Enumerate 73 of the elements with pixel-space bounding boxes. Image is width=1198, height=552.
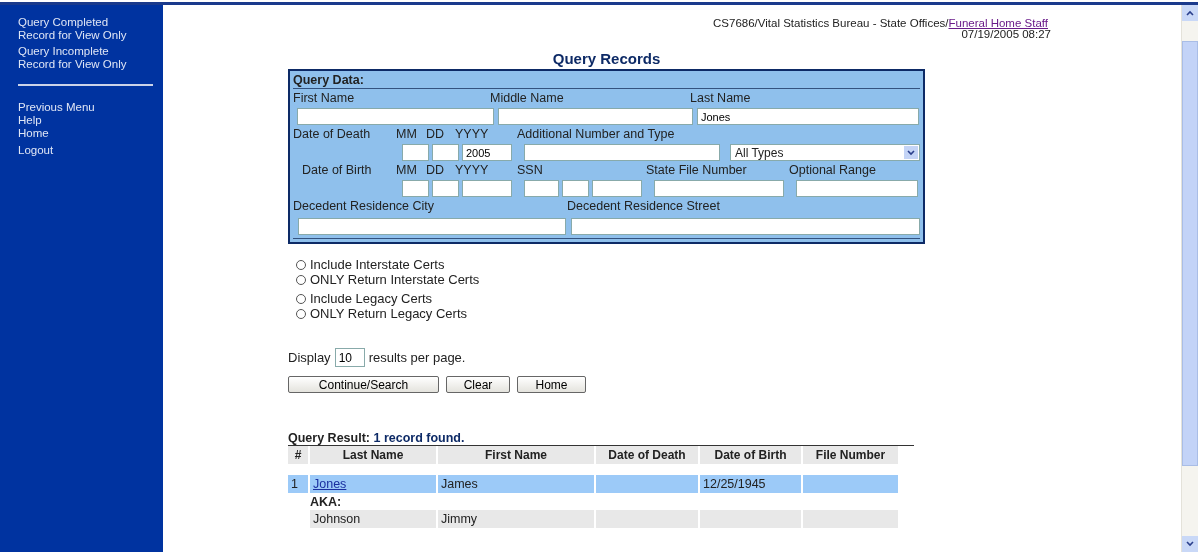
- form-button[interactable]: Clear: [446, 376, 510, 393]
- results-count-field[interactable]: 10: [334, 348, 365, 367]
- form-title: Query Data:: [293, 73, 920, 89]
- year-field[interactable]: 2005: [462, 144, 512, 161]
- field-label: State File Number: [646, 163, 748, 177]
- page-title: Query Records: [551, 50, 662, 67]
- additional-number-field[interactable]: [524, 144, 720, 161]
- column-header: #: [288, 446, 308, 464]
- sidebar-link[interactable]: Logout: [18, 144, 138, 157]
- table-cell: 12/25/1945: [700, 475, 801, 493]
- aka-label: AKA:: [309, 494, 343, 510]
- record-link[interactable]: Jones: [313, 477, 347, 491]
- form-button[interactable]: Home: [517, 376, 586, 393]
- year-field[interactable]: [462, 180, 512, 197]
- breadcrumb-text: CS7686/Vital Statistics Bureau - State Offices/: [713, 17, 949, 29]
- field-label: Additional Number and Type: [517, 127, 676, 141]
- field-label: Date of Death: [293, 127, 372, 141]
- field-label: Optional Range: [789, 163, 877, 177]
- month-field[interactable]: [402, 144, 429, 161]
- sidebar-link[interactable]: Query Completed Record for View Only: [18, 16, 138, 42]
- column-header: File Number: [803, 446, 898, 464]
- field-label: Date of Birth: [301, 163, 373, 177]
- scroll-up-icon[interactable]: [1182, 5, 1198, 21]
- field-label: Decedent Residence Street: [567, 199, 721, 213]
- field-label: MM: [396, 163, 418, 177]
- radio-option[interactable]: ONLY Return Interstate Certs: [296, 272, 480, 287]
- field-label: Middle Name: [490, 91, 565, 105]
- table-cell: James: [438, 475, 594, 493]
- sidebar-link[interactable]: Help: [18, 114, 138, 127]
- radio-option[interactable]: Include Interstate Certs: [296, 257, 445, 272]
- sidebar-link[interactable]: Previous Menu: [18, 101, 138, 114]
- radio-option[interactable]: Include Legacy Certs: [296, 291, 433, 306]
- field-label: DD: [426, 127, 446, 141]
- ssn-field[interactable]: [524, 180, 559, 197]
- date-time: 07/19/2005 08:27: [960, 29, 1051, 40]
- residence-street-field[interactable]: [571, 218, 920, 235]
- optional-range-field[interactable]: [796, 180, 918, 197]
- field-label: YYYY: [455, 127, 490, 141]
- scrollbar[interactable]: [1181, 5, 1198, 552]
- last-name-field[interactable]: Jones: [697, 108, 919, 125]
- month-field[interactable]: [402, 180, 429, 197]
- field-label: First Name: [293, 91, 356, 105]
- field-label: YYYY: [455, 163, 490, 177]
- type-dropdown[interactable]: All Types: [730, 144, 920, 161]
- field-label: Decedent Residence City: [293, 199, 436, 213]
- column-header: First Name: [438, 446, 594, 464]
- table-cell: 1: [288, 475, 308, 493]
- table-cell: Johnson: [310, 510, 436, 528]
- scroll-down-icon[interactable]: [1182, 536, 1198, 552]
- chevron-down-icon: [904, 146, 918, 159]
- sidebar-link[interactable]: Query Incomplete Record for View Only: [18, 45, 138, 71]
- form-button[interactable]: Continue/Search: [288, 376, 439, 393]
- state-file-number-field[interactable]: [654, 180, 784, 197]
- day-field[interactable]: [432, 180, 459, 197]
- field-label: Last Name: [690, 91, 752, 105]
- first-name-field[interactable]: [297, 108, 494, 125]
- display-label: Display: [288, 350, 331, 365]
- results-per-page-label: results per page.: [368, 350, 466, 365]
- table-cell: Jimmy: [438, 510, 594, 528]
- middle-name-field[interactable]: [498, 108, 693, 125]
- column-header: Date of Birth: [700, 446, 801, 464]
- ssn-field[interactable]: [562, 180, 589, 197]
- field-label: MM: [396, 127, 418, 141]
- day-field[interactable]: [432, 144, 459, 161]
- field-label: SSN: [517, 163, 544, 177]
- residence-city-field[interactable]: [298, 218, 566, 235]
- column-header: Date of Death: [596, 446, 698, 464]
- user-role-link[interactable]: Funeral Home Staff: [948, 17, 1048, 29]
- sidebar-link[interactable]: Home: [18, 127, 138, 140]
- field-label: DD: [426, 163, 446, 177]
- column-header: Last Name: [310, 446, 436, 464]
- radio-option[interactable]: ONLY Return Legacy Certs: [296, 306, 468, 321]
- ssn-field[interactable]: [592, 180, 642, 197]
